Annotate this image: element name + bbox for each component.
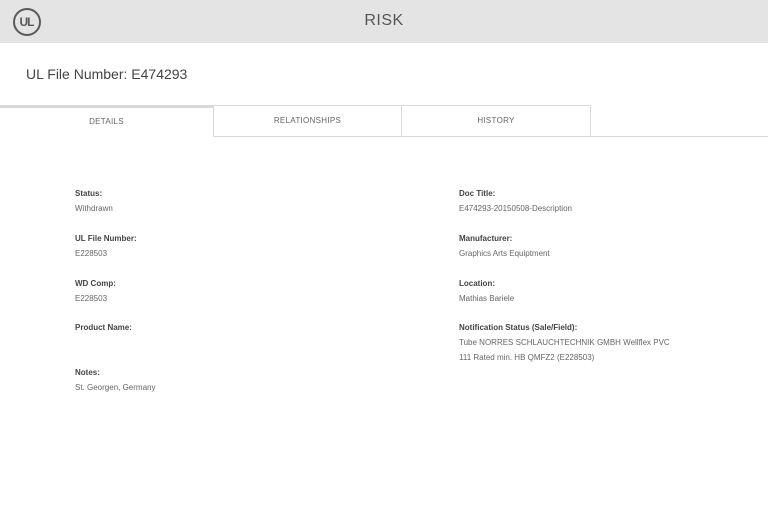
manufacturer-label: Manufacturer:	[459, 234, 513, 243]
location-label: Location:	[459, 279, 495, 288]
location-value: Mathias Bariele	[459, 294, 515, 303]
tab-relationships[interactable]: RELATIONSHIPS	[213, 105, 402, 137]
tab-bar: DETAILS RELATIONSHIPS HISTORY	[0, 105, 768, 137]
notification-status-value-line1: Tube NORRES SCHLAUCHTECHNIK GMBH Wellfle…	[459, 338, 670, 347]
page-title: UL File Number: E474293	[26, 66, 188, 82]
doc-title-value: E474293-20150508-Description	[459, 204, 572, 213]
manufacturer-value: Graphics Arts Equiptment	[459, 249, 550, 258]
status-label: Status:	[75, 189, 103, 198]
notification-status-value-line2: 111 Rated min. HB QMFZ2 (E228503)	[459, 353, 595, 362]
notification-status-label: Notification Status (Sale/Field):	[459, 323, 578, 332]
app-title: RISK	[364, 12, 404, 29]
doc-title-label: Doc Title:	[459, 189, 496, 198]
wd-comp-label: WD Comp:	[75, 279, 116, 288]
wd-comp-value: E228503	[75, 294, 108, 303]
tab-history[interactable]: HISTORY	[402, 105, 591, 137]
ul-file-number-value: E228503	[75, 249, 108, 258]
app-header: UL RISK	[0, 0, 768, 43]
tab-details[interactable]: DETAILS	[0, 105, 213, 137]
status-value: Withdrawn	[75, 204, 113, 213]
notes-label: Notes:	[75, 368, 100, 377]
tab-bar-divider	[591, 136, 768, 137]
product-name-label: Product Name:	[75, 323, 132, 332]
notes-value: St. Georgen, Germany	[75, 383, 156, 392]
ul-file-number-label: UL File Number:	[75, 234, 137, 243]
